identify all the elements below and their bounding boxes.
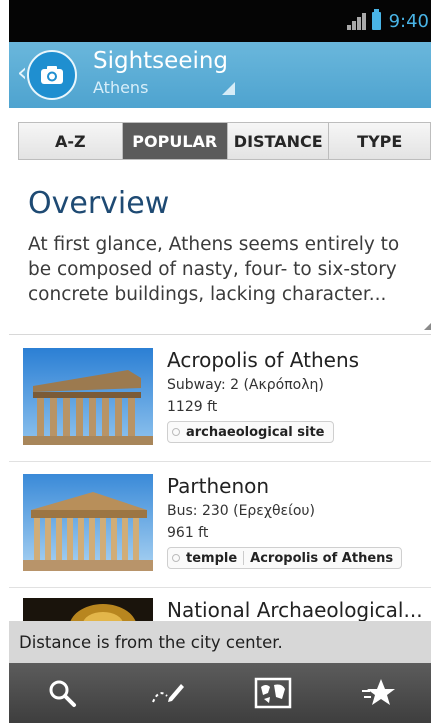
battery-icon <box>371 9 381 30</box>
tab-a-z[interactable]: A-Z <box>19 123 123 159</box>
tag-label: Acropolis of Athens <box>250 550 394 566</box>
map-icon[interactable] <box>243 668 303 718</box>
tag-icon <box>172 554 180 562</box>
place-transit: Subway: 2 (Ακρόπολη) <box>167 377 324 393</box>
expand-corner-icon[interactable] <box>424 322 431 330</box>
place-distance: 1129 ft <box>167 399 218 415</box>
status-time: 9:40 <box>388 10 429 32</box>
status-bar: 9:40 <box>9 0 431 42</box>
list-item[interactable]: Acropolis of Athens Subway: 2 (Ακρόπολη)… <box>9 336 431 462</box>
camera-icon[interactable] <box>27 50 77 100</box>
signal-icon <box>346 12 366 30</box>
tab-popular[interactable]: POPULAR <box>122 123 228 159</box>
city-subtitle[interactable]: Athens <box>93 78 148 97</box>
spinner-indicator[interactable] <box>222 82 235 95</box>
tag-chip[interactable]: archaeological site <box>167 421 334 443</box>
tag-separator <box>243 551 245 565</box>
tab-distance[interactable]: DISTANCE <box>228 123 330 159</box>
back-chevron-icon[interactable]: ‹ <box>17 58 27 88</box>
list-item[interactable]: Parthenon Bus: 230 (Ερεχθείου) 961 ft te… <box>9 462 431 588</box>
place-distance: 961 ft <box>167 525 209 541</box>
tag-icon <box>172 428 180 436</box>
search-icon[interactable] <box>32 668 92 718</box>
place-name: National Archaeological... <box>167 598 423 621</box>
tab-type[interactable]: TYPE <box>329 123 430 159</box>
place-thumbnail <box>23 348 153 445</box>
place-thumbnail <box>23 474 153 571</box>
screen-edge <box>0 0 9 723</box>
tag-label: temple <box>186 550 238 566</box>
route-icon[interactable] <box>137 668 197 718</box>
favorites-icon[interactable] <box>348 668 408 718</box>
divider <box>9 334 431 335</box>
place-name: Acropolis of Athens <box>167 348 360 372</box>
place-transit: Bus: 230 (Ερεχθείου) <box>167 503 315 519</box>
action-bar: ‹ Sightseeing Athens <box>9 42 431 108</box>
bottom-toolbar <box>9 663 431 723</box>
place-thumbnail <box>23 598 153 621</box>
screen-title[interactable]: Sightseeing <box>93 48 228 74</box>
list-item[interactable]: National Archaeological... <box>9 588 431 621</box>
overview-text[interactable]: At first glance, Athens seems entirely t… <box>28 232 423 307</box>
sort-tabs: A-Z POPULAR DISTANCE TYPE <box>18 122 431 160</box>
tag-label: archaeological site <box>186 424 325 440</box>
overview-title: Overview <box>28 186 170 221</box>
place-name: Parthenon <box>167 474 270 498</box>
tag-chip[interactable]: temple Acropolis of Athens <box>167 547 403 569</box>
distance-note: Distance is from the city center. <box>9 621 431 663</box>
